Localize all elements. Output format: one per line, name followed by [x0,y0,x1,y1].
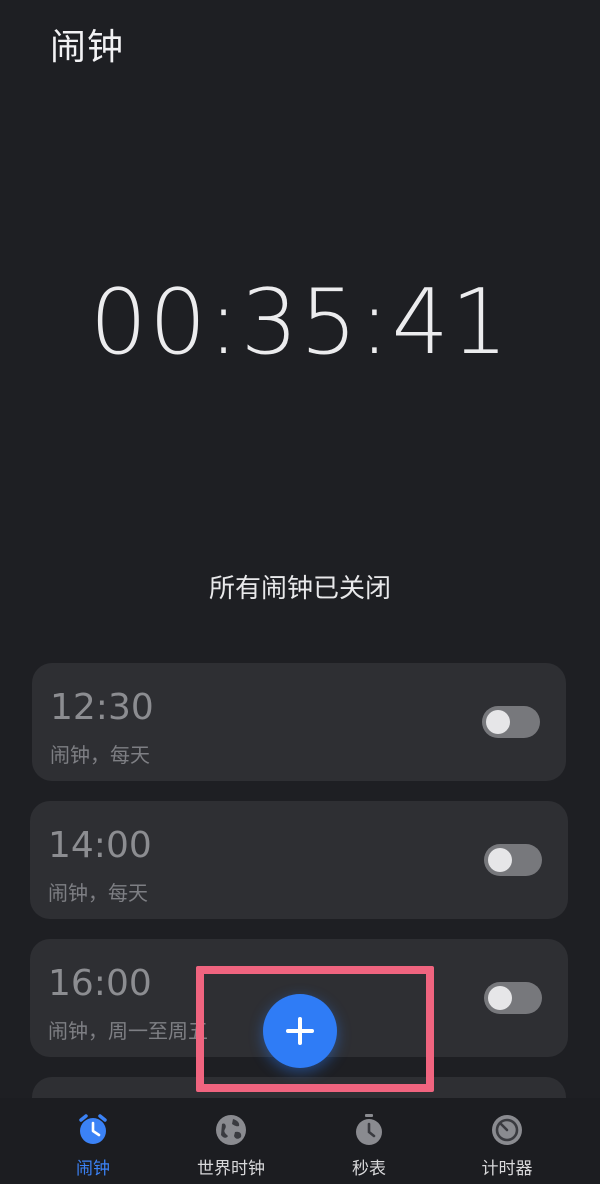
page-title: 闹钟 [50,27,125,68]
tab-label: 世界时钟 [197,1159,265,1179]
timer-icon [492,1115,522,1145]
toggle-knob [488,986,512,1010]
tab-world-clock[interactable]: 世界时钟 [156,1112,306,1179]
tab-timer[interactable]: 计时器 [432,1112,582,1179]
current-time-display: 00:35:41 [89,270,511,375]
alarm-toggle[interactable] [484,844,542,876]
alarm-time: 16:00 [48,963,152,1004]
alarm-subtitle: 闹钟，每天 [48,881,148,905]
alarm-item[interactable]: 14:00 闹钟，每天 [30,801,568,919]
add-alarm-button[interactable] [263,994,337,1068]
alarm-item[interactable]: 12:30 闹钟，每天 [32,663,566,781]
alarm-screen: 闹钟 00:35:41 所有闹钟已关闭 12:30 闹钟，每天 14:00 闹钟… [0,0,600,1184]
alarms-status-message: 所有闹钟已关闭 [208,574,391,604]
alarm-subtitle: 闹钟，周一至周五 [48,1019,208,1043]
tab-label: 闹钟 [76,1159,110,1179]
alarm-subtitle: 闹钟，每天 [50,743,150,767]
globe-icon [216,1115,246,1145]
alarm-toggle[interactable] [484,982,542,1014]
toggle-knob [486,710,510,734]
tab-label: 计时器 [481,1159,533,1179]
toggle-knob [488,848,512,872]
bottom-nav: 闹钟 世界时钟 秒表 计时器 [0,1098,600,1184]
alarm-time: 12:30 [50,687,154,728]
alarm-toggle[interactable] [482,706,540,738]
alarm-time: 14:00 [48,825,152,866]
alarm-clock-icon [79,1114,107,1144]
tab-alarm[interactable]: 闹钟 [18,1112,168,1179]
tab-label: 秒表 [352,1159,386,1179]
stopwatch-icon [356,1114,382,1145]
tab-stopwatch[interactable]: 秒表 [294,1112,444,1179]
plus-icon-stroke [298,1017,302,1045]
